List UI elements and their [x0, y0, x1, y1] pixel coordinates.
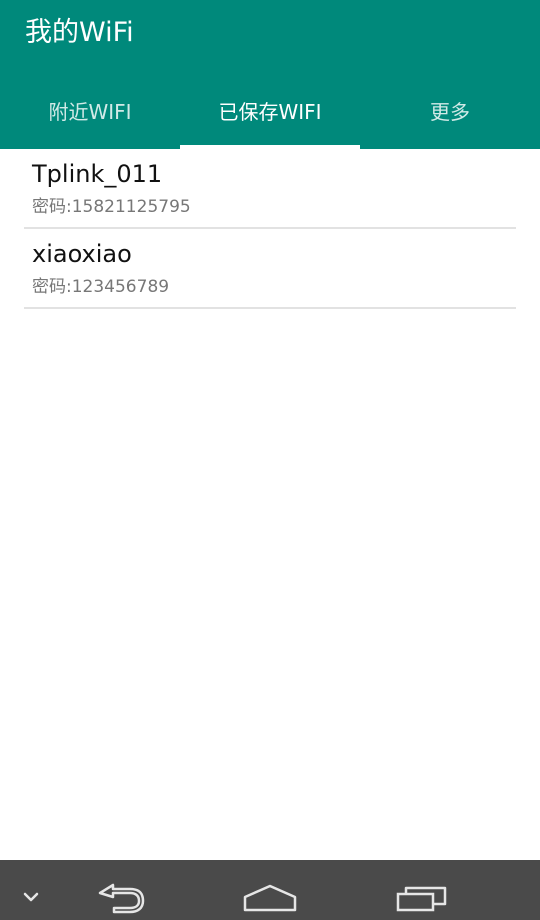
chevron-down-icon[interactable]: [14, 860, 48, 920]
recent-apps-icon[interactable]: [390, 860, 450, 920]
tab-bar: 附近WIFI 已保存WIFI 更多: [0, 76, 540, 149]
wifi-password: 密码:123456789: [32, 277, 170, 297]
wifi-list-item[interactable]: Tplink_011 密码:15821125795: [24, 149, 516, 229]
tab-nearby-wifi[interactable]: 附近WIFI: [0, 76, 180, 149]
tab-saved-wifi[interactable]: 已保存WIFI: [180, 76, 360, 149]
system-nav-bar: [0, 860, 540, 920]
app-title: 我的WiFi: [25, 17, 134, 48]
saved-wifi-list: Tplink_011 密码:15821125795 xiaoxiao 密码:12…: [24, 149, 516, 309]
wifi-ssid: Tplink_011: [32, 160, 163, 188]
wifi-password: 密码:15821125795: [32, 197, 191, 217]
wifi-list-item[interactable]: xiaoxiao 密码:123456789: [24, 229, 516, 309]
tab-more[interactable]: 更多: [360, 76, 540, 149]
back-icon[interactable]: [90, 860, 150, 920]
app-header: 我的WiFi 附近WIFI 已保存WIFI 更多: [0, 0, 540, 149]
home-icon[interactable]: [240, 860, 300, 920]
app-screen: 我的WiFi 附近WIFI 已保存WIFI 更多 Tplink_011 密码:1…: [0, 0, 540, 920]
wifi-ssid: xiaoxiao: [32, 240, 132, 268]
